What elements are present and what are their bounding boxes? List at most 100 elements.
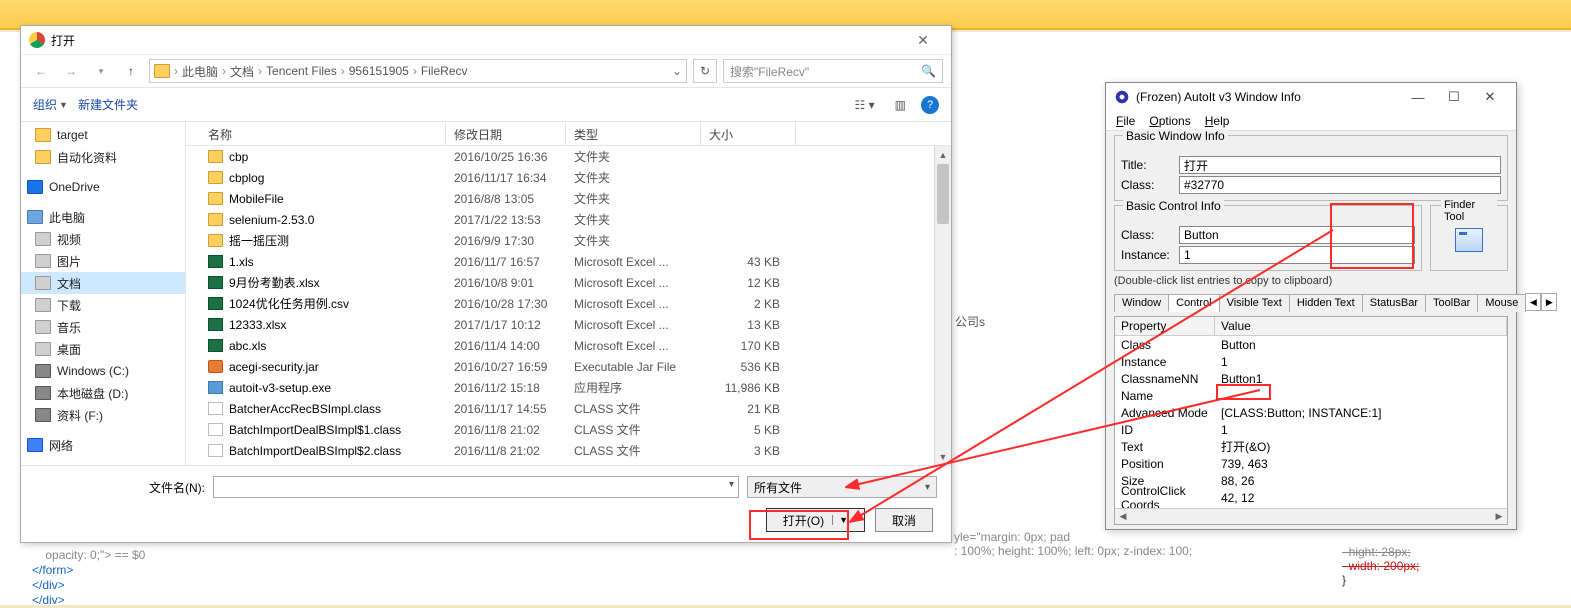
nav-recent-button[interactable]: ▾ — [89, 59, 113, 83]
cancel-button[interactable]: 取消 — [875, 508, 933, 532]
tree-item[interactable]: OneDrive — [21, 176, 185, 198]
new-folder-button[interactable]: 新建文件夹 — [78, 96, 138, 113]
scroll-right-button[interactable]: ▶ — [1491, 511, 1507, 522]
minimize-button[interactable]: — — [1400, 90, 1436, 105]
tab-mouse[interactable]: Mouse — [1477, 294, 1526, 312]
tree-item[interactable]: 视频 — [21, 228, 185, 250]
tree-item[interactable]: 文档 — [21, 272, 185, 294]
property-row[interactable]: Instance1 — [1115, 353, 1507, 370]
preview-pane-button[interactable]: ▥ — [890, 95, 911, 115]
breadcrumb-segment[interactable]: 956151905 — [349, 64, 409, 78]
scroll-up-button[interactable]: ▲ — [935, 146, 951, 163]
property-row[interactable]: Text打开(&O) — [1115, 438, 1507, 455]
tree-item[interactable]: target — [21, 124, 185, 146]
scrollbar[interactable]: ▲ ▼ — [934, 146, 951, 465]
autoit-tabs[interactable]: WindowControlVisible TextHidden TextStat… — [1114, 293, 1508, 312]
scroll-left-button[interactable]: ◀ — [1115, 511, 1131, 522]
class-field[interactable] — [1179, 176, 1501, 194]
file-row[interactable]: 9月份考勤表.xlsx2016/10/8 9:01Microsoft Excel… — [186, 272, 951, 293]
file-row[interactable]: 1024优化任务用例.csv2016/10/28 17:30Microsoft … — [186, 293, 951, 314]
tree-item[interactable]: 音乐 — [21, 316, 185, 338]
breadcrumb-segment[interactable]: FileRecv — [421, 64, 468, 78]
breadcrumb-dropdown[interactable]: ⌄ — [672, 64, 682, 78]
file-list[interactable]: cbp2016/10/25 16:36文件夹cbplog2016/11/17 1… — [186, 146, 951, 465]
col-property[interactable]: Property — [1115, 317, 1215, 335]
property-row[interactable]: ID1 — [1115, 421, 1507, 438]
col-name[interactable]: 名称 — [186, 122, 446, 145]
file-row[interactable]: 摇一摇压测2016/9/9 17:30文件夹 — [186, 230, 951, 251]
tree-item[interactable]: 桌面 — [21, 338, 185, 360]
ctrl-instance-field[interactable] — [1179, 246, 1415, 264]
dialog-titlebar[interactable]: 打开 ✕ — [21, 26, 951, 54]
menu-file[interactable]: File — [1116, 114, 1135, 128]
autoit-menubar[interactable]: File Options Help — [1106, 111, 1516, 131]
file-row[interactable]: MobileFile2016/8/8 13:05文件夹 — [186, 188, 951, 209]
property-row[interactable]: Name — [1115, 387, 1507, 404]
tab-scroll-right[interactable]: ▶ — [1541, 293, 1557, 311]
tab-visible-text[interactable]: Visible Text — [1219, 294, 1290, 312]
open-button-dropdown[interactable]: ▼ — [832, 515, 848, 525]
tree-item[interactable]: 网络 — [21, 434, 185, 456]
file-row[interactable]: BatchImportDealBSImpl$2.class2016/11/8 2… — [186, 440, 951, 461]
property-row[interactable]: ControlClick Coords42, 12 — [1115, 489, 1507, 506]
nav-forward-button[interactable]: → — [59, 59, 83, 83]
file-row[interactable]: acegi-security.jar2016/10/27 16:59Execut… — [186, 356, 951, 377]
tab-control[interactable]: Control — [1168, 294, 1219, 312]
breadcrumb[interactable]: › 此电脑› 文档› Tencent Files› 956151905› Fil… — [149, 59, 687, 83]
title-field[interactable] — [1179, 156, 1501, 174]
menu-options[interactable]: Options — [1149, 114, 1190, 128]
file-row[interactable]: autoit-v3-setup.exe2016/11/2 15:18应用程序11… — [186, 377, 951, 398]
property-table[interactable]: Property Value ClassButtonInstance1Class… — [1114, 316, 1508, 525]
tab-scroll-left[interactable]: ◀ — [1525, 293, 1541, 311]
tab-hidden-text[interactable]: Hidden Text — [1289, 294, 1363, 312]
breadcrumb-segment[interactable]: 此电脑 — [182, 63, 218, 80]
filename-input[interactable] — [213, 476, 739, 498]
horizontal-scrollbar[interactable]: ◀ ▶ — [1115, 508, 1507, 524]
scroll-down-button[interactable]: ▼ — [935, 448, 951, 465]
close-button[interactable]: ✕ — [1472, 89, 1508, 105]
col-type[interactable]: 类型 — [566, 122, 701, 145]
property-row[interactable]: Position739, 463 — [1115, 455, 1507, 472]
file-list-header[interactable]: 名称 修改日期 类型 大小 — [186, 122, 951, 146]
search-input[interactable]: 搜索"FileRecv" 🔍 — [723, 59, 943, 83]
tree-item[interactable]: 资料 (F:) — [21, 404, 185, 426]
file-row[interactable]: BatcherAccRecBSImpl.class2016/11/17 14:5… — [186, 398, 951, 419]
breadcrumb-segment[interactable]: Tencent Files — [266, 64, 337, 78]
tree-item[interactable]: 自动化资料 — [21, 146, 185, 168]
file-type-filter[interactable]: 所有文件 — [747, 476, 937, 498]
property-row[interactable]: Advanced Mode[CLASS:Button; INSTANCE:1] — [1115, 404, 1507, 421]
tree-item[interactable]: 图片 — [21, 250, 185, 272]
tab-window[interactable]: Window — [1114, 294, 1169, 312]
file-row[interactable]: 12333.xlsx2017/1/17 10:12Microsoft Excel… — [186, 314, 951, 335]
file-row[interactable]: abc.xls2016/11/4 14:00Microsoft Excel ..… — [186, 335, 951, 356]
property-row[interactable]: ClassnameNNButton1 — [1115, 370, 1507, 387]
tab-statusbar[interactable]: StatusBar — [1362, 294, 1426, 312]
tree-item[interactable]: 本地磁盘 (D:) — [21, 382, 185, 404]
col-size[interactable]: 大小 — [701, 122, 796, 145]
breadcrumb-segment[interactable]: 文档 — [230, 63, 254, 80]
maximize-button[interactable]: ☐ — [1436, 89, 1472, 105]
nav-up-button[interactable]: ↑ — [119, 59, 143, 83]
col-date[interactable]: 修改日期 — [446, 122, 566, 145]
finder-tool-target[interactable] — [1455, 228, 1483, 252]
tree-item[interactable]: Windows (C:) — [21, 360, 185, 382]
file-row[interactable]: selenium-2.53.02017/1/22 13:53文件夹 — [186, 209, 951, 230]
open-button[interactable]: 打开(O)▼ — [766, 508, 865, 532]
property-row[interactable]: ClassButton — [1115, 336, 1507, 353]
autoit-titlebar[interactable]: (Frozen) AutoIt v3 Window Info — ☐ ✕ — [1106, 83, 1516, 111]
tab-toolbar[interactable]: ToolBar — [1425, 294, 1478, 312]
refresh-button[interactable]: ↻ — [693, 59, 717, 83]
organize-button[interactable]: 组织▼ — [33, 96, 68, 113]
close-button[interactable]: ✕ — [903, 32, 943, 49]
menu-help[interactable]: Help — [1205, 114, 1230, 128]
file-row[interactable]: BatchImportDealBSImpl$1.class2016/11/8 2… — [186, 419, 951, 440]
file-row[interactable]: cbplog2016/11/17 16:34文件夹 — [186, 167, 951, 188]
file-row[interactable]: 1.xls2016/11/7 16:57Microsoft Excel ...4… — [186, 251, 951, 272]
col-value[interactable]: Value — [1215, 317, 1507, 335]
nav-back-button[interactable]: ← — [29, 59, 53, 83]
scroll-thumb[interactable] — [937, 164, 949, 224]
view-mode-button[interactable]: ☷ ▾ — [850, 95, 880, 115]
file-row[interactable]: cbp2016/10/25 16:36文件夹 — [186, 146, 951, 167]
tree-item[interactable]: 下载 — [21, 294, 185, 316]
folder-tree[interactable]: target自动化资料OneDrive此电脑视频图片文档下载音乐桌面Window… — [21, 122, 186, 465]
